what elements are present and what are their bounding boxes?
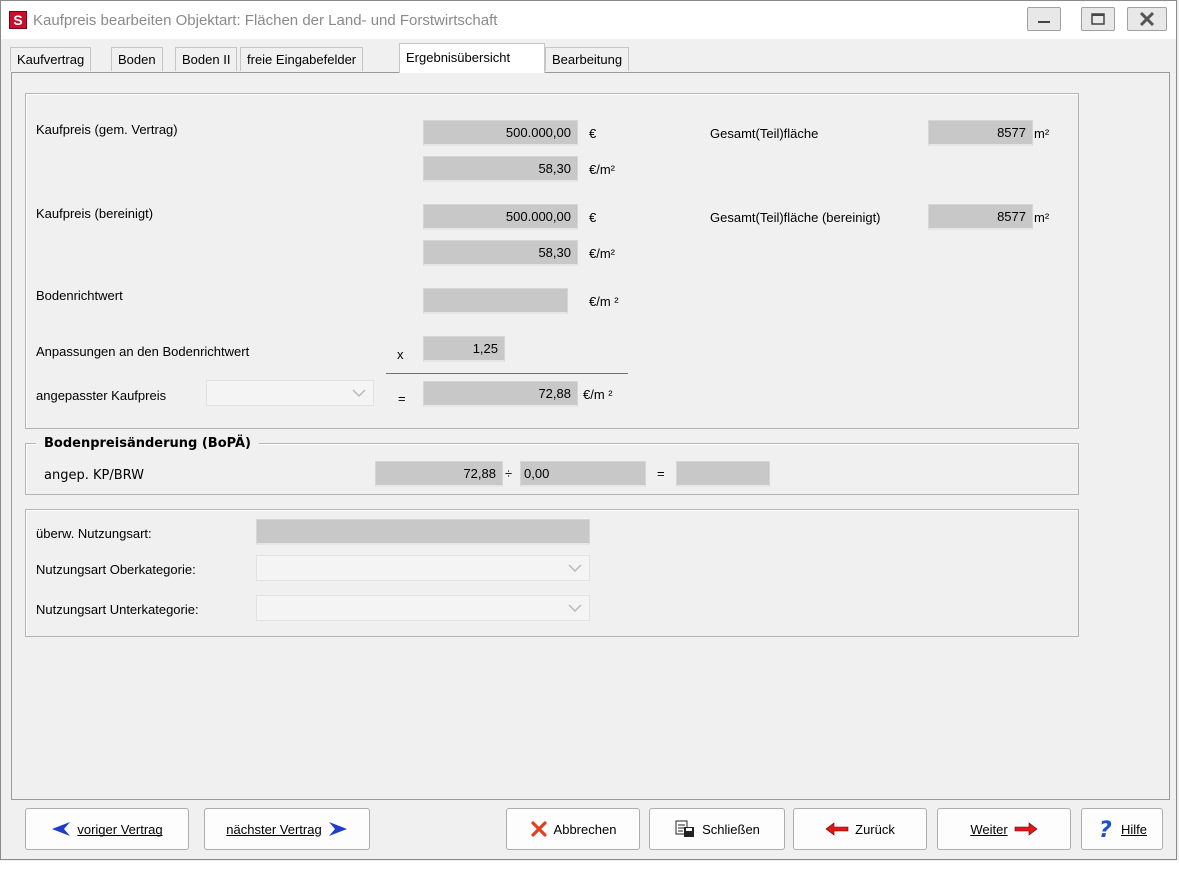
bopae-brw-field: 0,00 bbox=[520, 461, 646, 487]
gesamtflaeche-label: Gesamt(Teil)fläche bbox=[710, 126, 819, 141]
arrow-back-icon bbox=[825, 822, 849, 836]
kaufpreis-vertrag-unit: € bbox=[589, 126, 597, 141]
next-contract-button[interactable]: nächster Vertrag bbox=[204, 808, 370, 850]
cancel-label: Abbrechen bbox=[553, 821, 617, 837]
bopae-group: Bodenpreisänderung (BoPÄ) angep. KP/BRW … bbox=[25, 436, 1079, 495]
anpassungen-label: Anpassungen an den Bodenrichtwert bbox=[36, 344, 250, 359]
kaufpreis-bereinigt-unit: € bbox=[589, 210, 597, 225]
previous-contract-label: voriger Vertrag bbox=[77, 821, 163, 837]
maximize-icon bbox=[1091, 13, 1105, 25]
bopae-kp-field: 72,88 bbox=[375, 461, 503, 487]
sum-divider bbox=[386, 373, 628, 374]
angepasster-kaufpreis-field: 72,88 bbox=[423, 381, 578, 407]
tab-boden-ii[interactable]: Boden II bbox=[175, 47, 238, 71]
window-title: Kaufpreis bearbeiten Objektart: Flächen … bbox=[33, 12, 498, 29]
tab-boden[interactable]: Boden bbox=[111, 47, 163, 71]
minimize-icon bbox=[1038, 21, 1050, 23]
forward-button[interactable]: Weiter bbox=[937, 808, 1071, 850]
angepasster-kaufpreis-label: angepasster Kaufpreis bbox=[36, 388, 167, 403]
kaufpreis-vertrag-qm-field: 58,30 bbox=[423, 156, 578, 182]
title-bar: S Kaufpreis bearbeiten Objektart: Fläche… bbox=[1, 1, 1176, 39]
gesamtflaeche-bereinigt-unit: m² bbox=[1034, 210, 1050, 225]
tab-bearbeitung[interactable]: Bearbeitung bbox=[545, 47, 630, 71]
close-button[interactable]: Schließen bbox=[649, 808, 785, 850]
chevron-down-icon bbox=[352, 389, 366, 398]
anpassungen-factor-field: 1,25 bbox=[423, 336, 505, 362]
angepasster-kaufpreis-select[interactable] bbox=[206, 380, 374, 406]
back-button[interactable]: Zurück bbox=[793, 808, 927, 850]
anpassungen-multiply-sign: x bbox=[397, 347, 404, 362]
kaufpreis-vertrag-label: Kaufpreis (gem. Vertrag) bbox=[36, 122, 178, 137]
kaufpreis-bereinigt-label: Kaufpreis (bereinigt) bbox=[36, 206, 154, 221]
help-button[interactable]: ? Hilfe bbox=[1081, 808, 1163, 850]
chevron-down-icon bbox=[568, 604, 582, 613]
previous-contract-button[interactable]: voriger Vertrag bbox=[25, 808, 189, 850]
nutzungsart-oberkategorie-label: Nutzungsart Oberkategorie: bbox=[36, 562, 196, 577]
content-panel: Kaufpreis (gem. Vertrag) 500.000,00 € 58… bbox=[11, 72, 1170, 800]
back-label: Zurück bbox=[855, 821, 895, 837]
arrow-forward-icon bbox=[1014, 822, 1038, 836]
gesamtflaeche-field: 8577 bbox=[928, 120, 1033, 146]
arrow-right-icon bbox=[328, 822, 347, 836]
kaufpreis-group: Kaufpreis (gem. Vertrag) 500.000,00 € 58… bbox=[25, 93, 1079, 429]
help-question-icon: ? bbox=[1099, 818, 1112, 840]
save-close-icon bbox=[675, 820, 695, 837]
cancel-x-icon bbox=[530, 821, 547, 837]
bodenrichtwert-field bbox=[423, 288, 568, 314]
angepasster-kaufpreis-equals: = bbox=[398, 391, 406, 406]
nutzungsart-group: überw. Nutzungsart: Nutzungsart Oberkate… bbox=[25, 509, 1079, 637]
gesamtflaeche-unit: m² bbox=[1034, 126, 1050, 141]
bodenrichtwert-unit: €/m ² bbox=[589, 294, 619, 309]
bopae-row-label: angep. KP/BRW bbox=[44, 468, 144, 483]
close-window-button[interactable] bbox=[1127, 7, 1167, 31]
kaufpreis-vertrag-field: 500.000,00 bbox=[423, 120, 578, 146]
gesamtflaeche-bereinigt-label: Gesamt(Teil)fläche (bereinigt) bbox=[710, 210, 881, 225]
arrow-left-icon bbox=[52, 822, 71, 836]
close-x-icon bbox=[1139, 11, 1155, 27]
chevron-down-icon bbox=[568, 564, 582, 573]
forward-label: Weiter bbox=[970, 821, 1008, 837]
window-bottom-edge bbox=[0, 861, 1179, 872]
maximize-button[interactable] bbox=[1081, 7, 1115, 31]
bodenrichtwert-label: Bodenrichtwert bbox=[36, 288, 123, 303]
angepasster-kaufpreis-unit: €/m ² bbox=[583, 387, 613, 402]
bopae-equals: = bbox=[657, 466, 665, 481]
kaufpreis-bereinigt-qm-unit: €/m² bbox=[589, 246, 615, 261]
main-window: S Kaufpreis bearbeiten Objektart: Fläche… bbox=[0, 0, 1177, 860]
next-contract-label: nächster Vertrag bbox=[226, 821, 322, 837]
bopae-title: Bodenpreisänderung (BoPÄ) bbox=[36, 436, 259, 451]
minimize-button[interactable] bbox=[1027, 7, 1061, 31]
close-label: Schließen bbox=[702, 821, 760, 837]
ueberw-nutzungsart-field bbox=[256, 519, 590, 545]
app-logo-icon: S bbox=[9, 11, 27, 29]
bopae-divide-sign: ÷ bbox=[505, 466, 513, 481]
kaufpreis-vertrag-qm-unit: €/m² bbox=[589, 162, 615, 177]
nutzungsart-oberkategorie-select[interactable] bbox=[256, 555, 590, 581]
nutzungsart-unterkategorie-label: Nutzungsart Unterkategorie: bbox=[36, 602, 199, 617]
svg-text:?: ? bbox=[1099, 818, 1112, 840]
tab-kaufvertrag[interactable]: Kaufvertrag bbox=[10, 47, 92, 71]
ueberw-nutzungsart-label: überw. Nutzungsart: bbox=[36, 526, 152, 541]
nutzungsart-unterkategorie-select[interactable] bbox=[256, 595, 590, 621]
tab-freie-eingabefelder[interactable]: freie Eingabefelder bbox=[240, 47, 364, 71]
gesamtflaeche-bereinigt-field: 8577 bbox=[928, 204, 1033, 230]
tab-ergebnisuebersicht[interactable]: Ergebnisübersicht bbox=[399, 43, 545, 73]
bopae-result-field bbox=[676, 461, 770, 487]
kaufpreis-bereinigt-field: 500.000,00 bbox=[423, 204, 578, 230]
help-label: Hilfe bbox=[1120, 821, 1147, 837]
kaufpreis-bereinigt-qm-field: 58,30 bbox=[423, 240, 578, 266]
cancel-button[interactable]: Abbrechen bbox=[506, 808, 640, 850]
